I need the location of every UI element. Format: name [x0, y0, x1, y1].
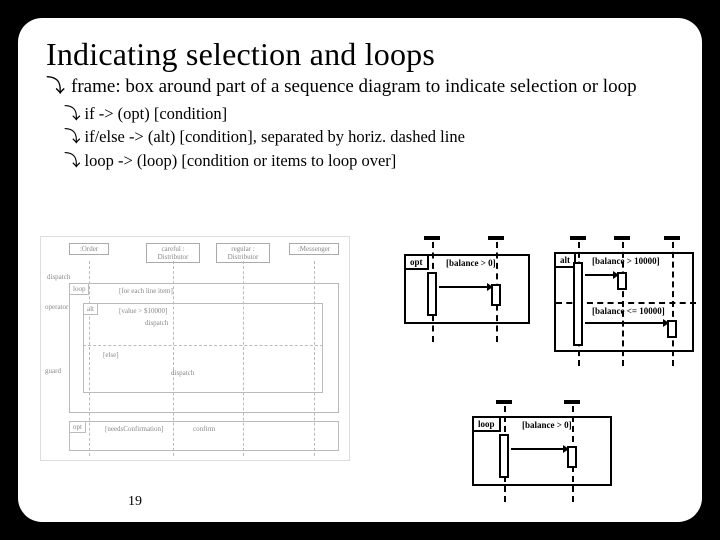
diagram-area: :Order careful : Distributor regular : D… [40, 236, 680, 506]
frame-cond-alt-2: [balance <= 10000] [592, 306, 665, 316]
main-bullet: ⤵ frame: box around part of a sequence d… [46, 75, 684, 99]
uml-alt-divider [83, 345, 323, 346]
bullet-icon: ⤵ [64, 150, 81, 171]
sub-bullet-3-text: loop -> (loop) [condition or items to lo… [85, 150, 397, 171]
mini-diagram-alt: alt [balance > 10000] [balance <= 10000] [546, 236, 696, 371]
uml-cond-opt: [needsConfirmation] [105, 425, 163, 433]
lifeline-head-icon [664, 236, 680, 240]
page-number: 19 [128, 494, 142, 510]
uml-sequence-diagram: :Order careful : Distributor regular : D… [40, 236, 350, 461]
uml-cond-else: [else] [103, 351, 119, 359]
lifeline-head-icon [570, 236, 586, 240]
slide-title: Indicating selection and loops [46, 36, 684, 73]
frame-loop: loop [balance > 0] [472, 416, 612, 486]
bullet-icon: ⤵ [64, 126, 81, 147]
uml-object-careful: careful : Distributor [146, 243, 200, 263]
uml-frame-tag-alt: alt [84, 304, 98, 315]
lifeline-head-icon [496, 400, 512, 404]
message-arrow-icon [585, 322, 667, 324]
sub-bullet-list: ⤵ if -> (opt) [condition] ⤵ if/else -> (… [64, 103, 684, 170]
sub-bullet-1-text: if -> (opt) [condition] [85, 103, 228, 124]
activation-bar [573, 262, 583, 346]
sub-bullet-3: ⤵ loop -> (loop) [condition or items to … [64, 150, 684, 171]
uml-frame-tag-opt: opt [70, 422, 86, 433]
sub-bullet-2: ⤵ if/else -> (alt) [condition], separate… [64, 126, 684, 147]
uml-msg-confirm: confirm [193, 425, 215, 433]
bullet-icon: ⤵ [46, 75, 65, 99]
slide: Indicating selection and loops ⤵ frame: … [18, 18, 702, 522]
sub-bullet-2-text: if/else -> (alt) [condition], separated … [85, 126, 465, 147]
frame-opt: opt [balance > 0] [404, 254, 530, 324]
uml-object-regular: regular : Distributor [216, 243, 270, 263]
uml-cond-alt: [value > $10000] [119, 307, 167, 315]
uml-object-messenger: :Messenger [289, 243, 339, 255]
uml-msg-dispatch: dispatch [47, 273, 70, 281]
uml-frame-alt: alt [83, 303, 323, 393]
uml-object-order: :Order [69, 243, 109, 255]
message-arrow-icon [511, 448, 567, 450]
lifeline-head-icon [424, 236, 440, 240]
uml-msg-dispatch-3: dispatch [171, 369, 194, 377]
frame-cond-opt: [balance > 0] [446, 258, 496, 268]
bullet-icon: ⤵ [64, 103, 81, 124]
message-arrow-icon [439, 286, 491, 288]
frame-cond-alt-1: [balance > 10000] [592, 256, 660, 266]
uml-label-guard: guard [45, 367, 61, 375]
activation-bar [499, 434, 509, 478]
sub-bullet-1: ⤵ if -> (opt) [condition] [64, 103, 684, 124]
lifeline-head-icon [614, 236, 630, 240]
mini-diagram-loop: loop [balance > 0] [458, 400, 618, 506]
activation-bar [427, 272, 437, 316]
uml-label-operator: operator [45, 303, 68, 311]
main-bullet-text: frame: box around part of a sequence dia… [71, 75, 637, 99]
uml-cond-loop: [for each line item] [119, 287, 173, 295]
uml-frame-tag-loop: loop [70, 284, 89, 295]
uml-msg-dispatch-2: dispatch [145, 319, 168, 327]
frame-tag-loop: loop [472, 416, 501, 432]
lifeline-head-icon [564, 400, 580, 404]
mini-diagram-opt: opt [balance > 0] [392, 236, 537, 351]
lifeline-head-icon [488, 236, 504, 240]
message-arrow-icon [585, 274, 617, 276]
frame-cond-loop: [balance > 0] [522, 420, 572, 430]
frame-tag-opt: opt [404, 254, 429, 270]
